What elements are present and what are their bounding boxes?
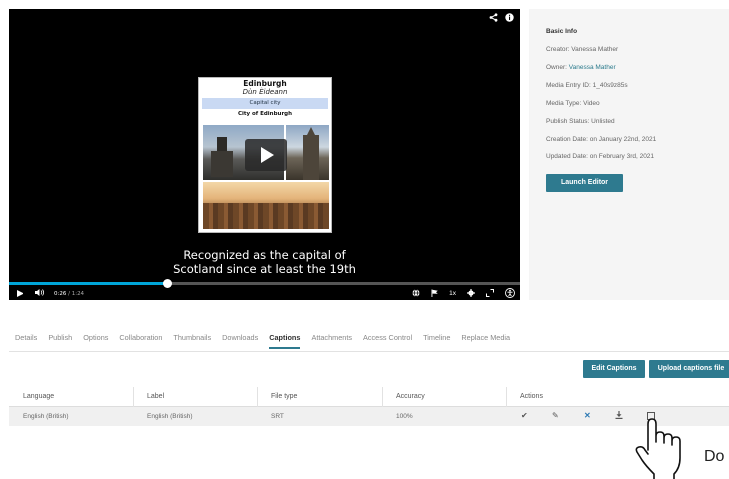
upload-captions-button[interactable]: Upload captions file [649,360,729,378]
settings-icon[interactable] [467,288,475,299]
tab-timeline[interactable]: Timeline [423,333,450,349]
tab-access-control[interactable]: Access Control [363,333,412,349]
video-player[interactable]: Edinburgh Dùn Èideann Capital city City … [9,9,520,300]
fullscreen-icon[interactable] [486,288,494,299]
creation-date: Creation Date: on January 22nd, 2021 [546,136,657,143]
info-icon[interactable] [504,13,514,23]
table-header: Language Label File type Accuracy Action… [9,387,729,407]
tab-details[interactable]: Details [15,333,37,349]
subtitle-line-2: Scotland since at least the 19th [173,262,356,276]
tab-thumbnails[interactable]: Thumbnails [173,333,211,349]
infobox-capital-label: Capital city [202,98,328,109]
media-entry-id: Media Entry ID: 1_40s9z85s [546,82,628,89]
progress-bar[interactable] [9,279,520,288]
captions-table: Language Label File type Accuracy Action… [9,387,729,426]
header-language: Language [23,393,55,400]
media-tabs: Details Publish Options Collaboration Thumbn… [15,333,510,349]
creator-line: Creator: Vanessa Mather [546,46,618,53]
publish-status: Publish Status: Unlisted [546,118,615,125]
hand-cursor-icon [635,418,681,479]
tab-replace-media[interactable]: Replace Media [461,333,510,349]
tab-attachments[interactable]: Attachments [311,333,352,349]
owner-label: Owner: [546,64,567,71]
pencil-icon[interactable]: ✎ [552,411,559,421]
updated-date: Updated Date: on February 3rd, 2021 [546,153,655,160]
volume-icon[interactable] [35,289,45,298]
header-label: Label [147,393,165,400]
creator-name: Vanessa Mather [571,46,619,53]
infobox-city-label: City of Edinburgh [237,111,293,117]
player-right-controls: 1x [412,287,515,300]
column-divider [506,387,507,407]
creator-label: Creator: [546,46,570,53]
check-icon[interactable]: ✔ [521,411,528,421]
column-divider [257,387,258,407]
center-play-button[interactable] [245,139,287,171]
download-icon[interactable] [615,411,623,422]
play-icon [261,147,274,163]
tab-collaboration[interactable]: Collaboration [119,333,162,349]
tab-publish[interactable]: Publish [48,333,72,349]
globe-icon[interactable] [412,288,420,299]
infobox-title: Edinburgh [243,79,287,88]
cell-language: English (British) [23,413,69,420]
flag-icon[interactable] [431,289,438,299]
owner-line: Owner: Vanessa Mather [546,64,616,71]
header-file-type: File type [271,393,298,400]
launch-editor-button[interactable]: Launch Editor [546,174,623,192]
subtitle-line-1: Recognized as the capital of [183,248,346,262]
cell-file-type: SRT [271,413,284,420]
owner-link[interactable]: Vanessa Mather [569,64,616,71]
tabs-divider [9,351,729,352]
speed-control[interactable]: 1x [449,290,456,297]
player-top-icons [488,13,514,23]
column-divider [133,387,134,407]
share-icon[interactable] [488,13,498,23]
callout-text: Do [704,448,725,465]
video-subtitle: Recognized as the capital of Scotland si… [9,248,520,276]
header-actions: Actions [520,393,543,400]
tab-options[interactable]: Options [83,333,108,349]
tab-downloads[interactable]: Downloads [222,333,258,349]
cell-accuracy: 100% [396,413,413,420]
header-accuracy: Accuracy [396,393,425,400]
column-divider [382,387,383,407]
photo-building [286,125,329,180]
time-display: 0:26 / 1:24 [54,291,84,297]
accessibility-icon[interactable] [505,287,515,300]
infobox-subtitle: Dùn Èideann [242,88,288,96]
current-time: 0:26 [54,290,67,297]
photo-skyline [203,182,329,229]
player-controls: 0:26 / 1:24 1x [9,287,520,300]
cell-label: English (British) [147,413,193,420]
duration: / 1:24 [68,290,85,297]
play-icon[interactable] [17,290,23,297]
basic-info-title: Basic Info [546,28,578,35]
tab-captions[interactable]: Captions [269,333,301,349]
table-row: English (British) English (British) SRT … [9,407,729,426]
progress-fill [9,282,168,285]
delete-icon[interactable]: ✕ [584,411,591,421]
edit-captions-button[interactable]: Edit Captions [583,360,645,378]
media-type: Media Type: Video [546,100,600,107]
basic-info-panel: Basic Info Creator: Vanessa Mather Owner… [529,9,729,300]
